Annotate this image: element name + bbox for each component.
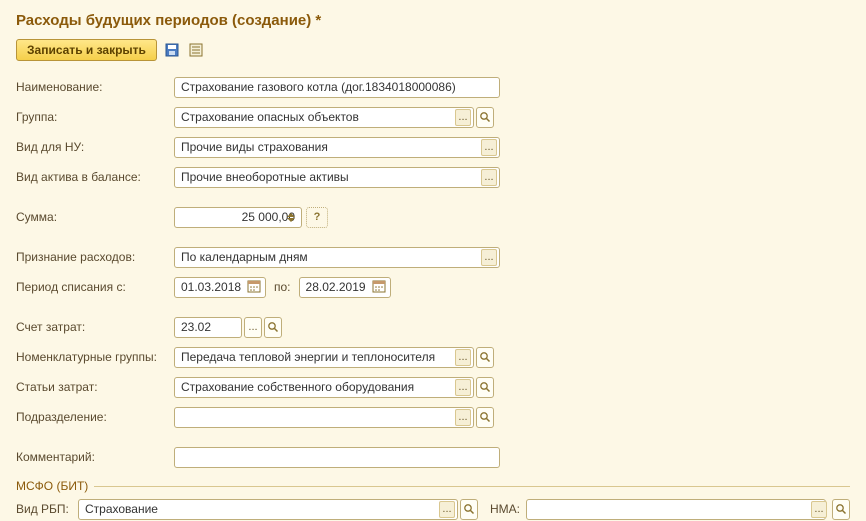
department-search-button[interactable] <box>476 407 494 428</box>
department-input[interactable] <box>174 407 474 428</box>
label-nma: НМА: <box>490 502 520 516</box>
nma-input[interactable] <box>526 499 826 520</box>
toolbar: Записать и закрыть <box>16 39 850 61</box>
recognition-input[interactable] <box>174 247 500 268</box>
save-and-close-button[interactable]: Записать и закрыть <box>16 39 157 61</box>
label-amount: Сумма: <box>16 210 174 224</box>
period-from-calendar-button[interactable] <box>247 279 263 296</box>
msfo-section-legend: МСФО (БИТ) <box>16 479 850 493</box>
amount-help-button[interactable]: ? <box>306 207 328 228</box>
label-department: Подразделение: <box>16 410 174 424</box>
nma-select-button[interactable]: ... <box>811 501 827 518</box>
label-nu-type: Вид для НУ: <box>16 140 174 154</box>
nu-type-select-button[interactable]: ... <box>481 139 497 156</box>
balance-asset-input[interactable] <box>174 167 500 188</box>
comment-input[interactable] <box>174 447 500 468</box>
save-icon[interactable] <box>163 41 181 59</box>
balance-asset-select-button[interactable]: ... <box>481 169 497 186</box>
cost-account-input[interactable] <box>174 317 242 338</box>
label-rbp-type: Вид РБП: <box>16 502 78 516</box>
label-cost-account: Счет затрат: <box>16 320 174 334</box>
label-balance-asset: Вид актива в балансе: <box>16 170 174 184</box>
nu-type-input[interactable] <box>174 137 500 158</box>
label-period-from: Период списания с: <box>16 280 174 294</box>
rbp-type-select-button[interactable]: ... <box>439 501 455 518</box>
amount-spinner[interactable] <box>287 209 299 226</box>
label-nomenclature-groups: Номенклатурные группы: <box>16 350 174 364</box>
group-select-button[interactable]: ... <box>455 109 471 126</box>
cost-items-select-button[interactable]: ... <box>455 379 471 396</box>
page-title: Расходы будущих периодов (создание) * <box>16 12 850 29</box>
label-name: Наименование: <box>16 80 174 94</box>
group-input[interactable] <box>174 107 474 128</box>
nma-search-button[interactable] <box>832 499 850 520</box>
cost-items-input[interactable] <box>174 377 474 398</box>
amount-input[interactable] <box>174 207 302 228</box>
list-icon[interactable] <box>187 41 205 59</box>
label-period-to: по: <box>274 280 291 294</box>
cost-account-search-button[interactable] <box>264 317 282 338</box>
rbp-type-input[interactable] <box>78 499 458 520</box>
label-group: Группа: <box>16 110 174 124</box>
cost-account-select-button[interactable]: ... <box>244 317 262 338</box>
department-select-button[interactable]: ... <box>455 409 471 426</box>
label-comment: Комментарий: <box>16 450 174 464</box>
cost-items-search-button[interactable] <box>476 377 494 398</box>
divider <box>94 486 850 487</box>
msfo-section-label: МСФО (БИТ) <box>16 479 88 493</box>
nomenclature-groups-input[interactable] <box>174 347 474 368</box>
group-search-button[interactable] <box>476 107 494 128</box>
label-recognition: Признание расходов: <box>16 250 174 264</box>
nomenclature-groups-select-button[interactable]: ... <box>455 349 471 366</box>
label-cost-items: Статьи затрат: <box>16 380 174 394</box>
name-input[interactable] <box>174 77 500 98</box>
nomenclature-groups-search-button[interactable] <box>476 347 494 368</box>
recognition-select-button[interactable]: ... <box>481 249 497 266</box>
rbp-type-search-button[interactable] <box>460 499 478 520</box>
period-to-calendar-button[interactable] <box>372 279 388 296</box>
